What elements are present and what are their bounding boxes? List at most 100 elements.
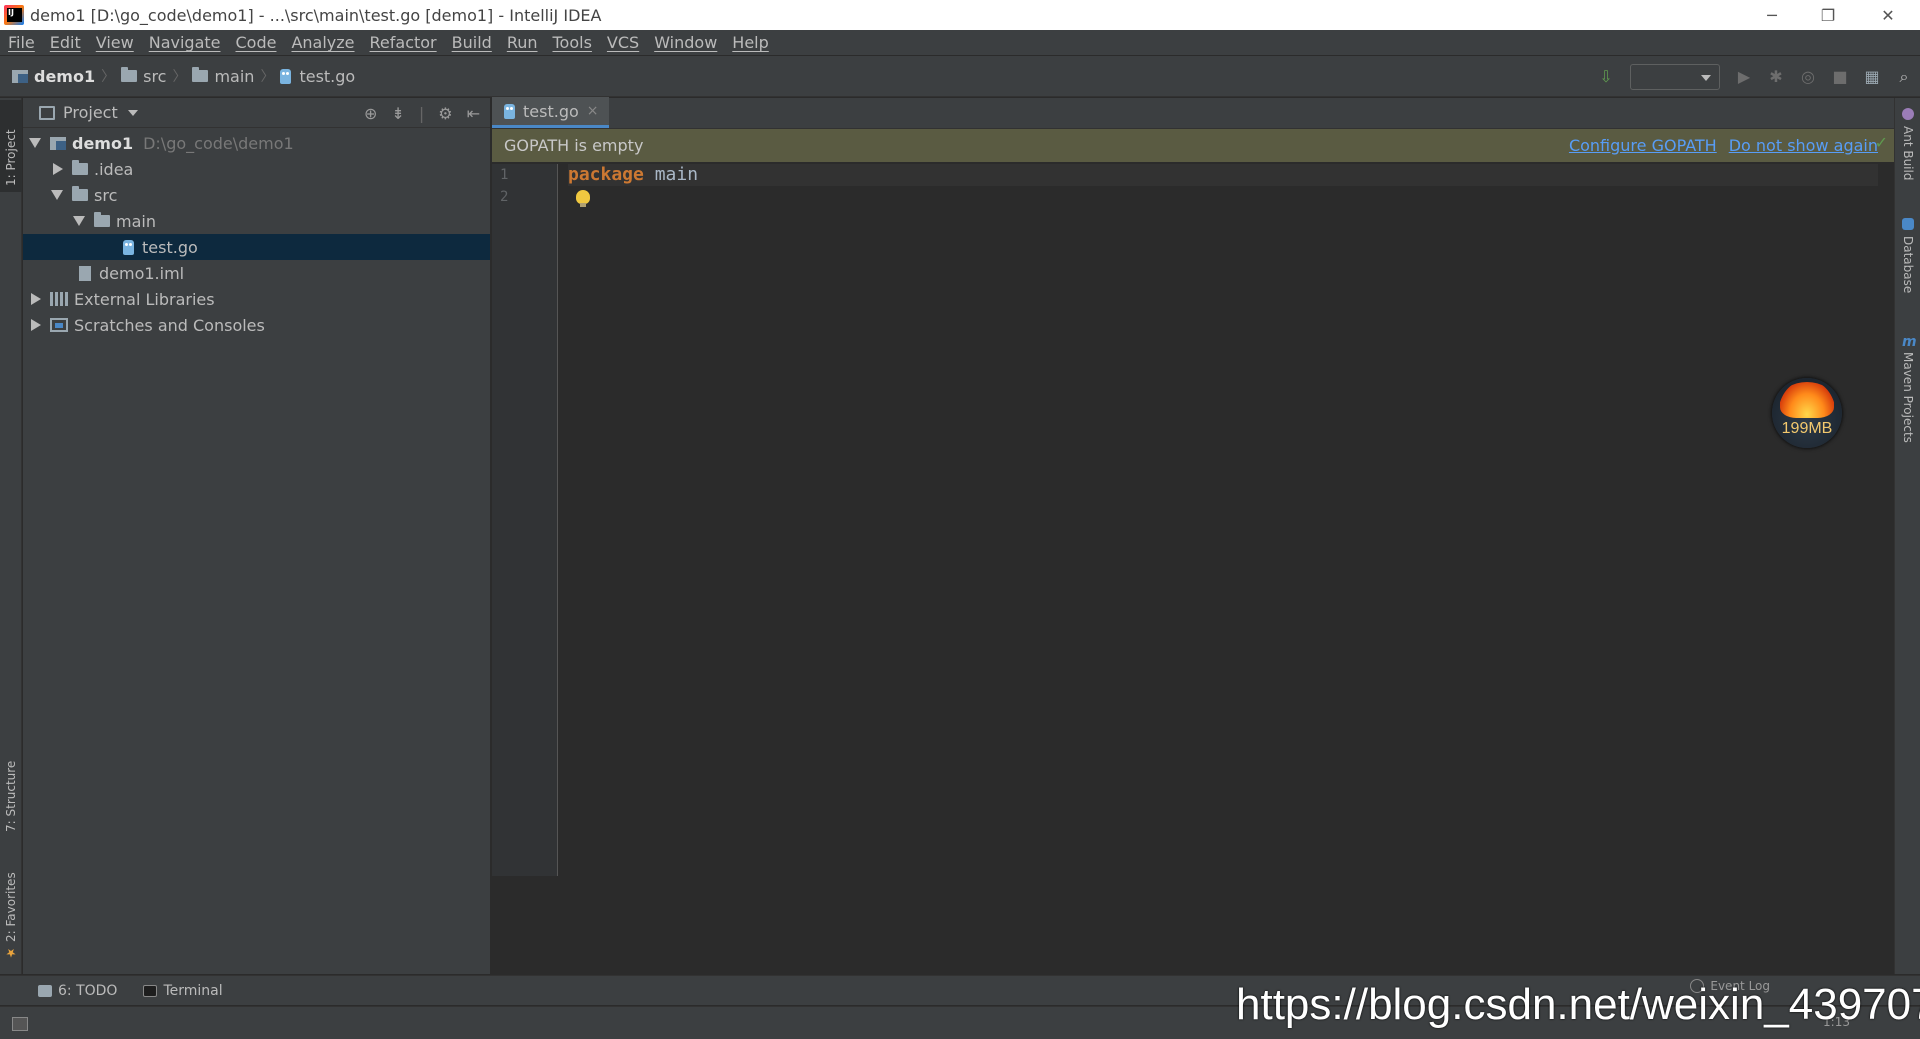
project-view-selector[interactable]: Project bbox=[63, 103, 118, 122]
line-number: 2 bbox=[500, 189, 509, 205]
run-configuration-select[interactable] bbox=[1630, 63, 1720, 90]
expand-arrow-icon[interactable] bbox=[73, 216, 85, 226]
tab-database-label: Database bbox=[1901, 236, 1915, 294]
menu-help[interactable]: Help bbox=[726, 33, 774, 52]
collapse-all-icon[interactable]: ⇟ bbox=[391, 104, 404, 123]
title-bar: demo1 [D:\go_code\demo1] - ...\src\main\… bbox=[0, 0, 1920, 30]
locate-file-icon[interactable]: ⊕ bbox=[364, 104, 377, 123]
tab-maven-projects-label: Maven Projects bbox=[1901, 352, 1915, 443]
restore-button[interactable]: ❐ bbox=[1800, 0, 1856, 30]
menu-file[interactable]: File bbox=[2, 33, 41, 52]
menu-vcs[interactable]: VCS bbox=[601, 33, 645, 52]
collapse-arrow-icon[interactable] bbox=[31, 319, 41, 331]
tree-node-label: demo1.iml bbox=[99, 263, 185, 283]
memory-indicator[interactable]: 199MB bbox=[1772, 378, 1842, 448]
toggle-tool-windows-icon[interactable] bbox=[12, 1017, 28, 1031]
tab-test-go[interactable]: test.go × bbox=[492, 97, 609, 128]
main-toolbar: ⇩ ▶ ✱ ◎ ■ ▦ ⌕ bbox=[1590, 56, 1920, 97]
hide-panel-icon[interactable]: ⇤ bbox=[467, 104, 480, 123]
expand-arrow-icon[interactable] bbox=[51, 190, 63, 200]
tab-todo[interactable]: 6: TODO bbox=[38, 983, 117, 999]
editor-tab-bar: test.go × bbox=[492, 97, 1894, 129]
inspection-ok-icon[interactable]: ✓ bbox=[1875, 133, 1888, 152]
menu-bar: File Edit View Navigate Code Analyze Ref… bbox=[0, 30, 1920, 55]
expand-arrow-icon[interactable] bbox=[29, 138, 41, 148]
close-window-button[interactable]: ✕ bbox=[1860, 0, 1916, 30]
menu-run[interactable]: Run bbox=[501, 33, 544, 52]
intellij-logo-icon bbox=[4, 5, 24, 25]
search-everywhere-icon[interactable]: ⌕ bbox=[1894, 67, 1914, 87]
breadcrumb-main[interactable]: main 〉 bbox=[192, 66, 274, 86]
tab-terminal[interactable]: Terminal bbox=[143, 983, 223, 999]
database-icon bbox=[1902, 218, 1914, 230]
banner-links: Configure GOPATH Do not show again bbox=[1557, 129, 1878, 162]
chevron-right-icon: 〉 bbox=[172, 69, 187, 85]
menu-analyze[interactable]: Analyze bbox=[285, 33, 360, 52]
menu-navigate[interactable]: Navigate bbox=[143, 33, 227, 52]
chevron-down-icon[interactable] bbox=[127, 109, 138, 116]
tab-ant-build-label: Ant Build bbox=[1901, 126, 1915, 181]
notification-banner: GOPATH is empty Configure GOPATH Do not … bbox=[492, 129, 1894, 162]
menu-code[interactable]: Code bbox=[230, 33, 283, 52]
tab-label: test.go bbox=[523, 101, 579, 121]
menu-build[interactable]: Build bbox=[446, 33, 498, 52]
tree-node-demo1-iml[interactable]: demo1.iml bbox=[23, 260, 490, 286]
menu-tools[interactable]: Tools bbox=[547, 33, 598, 52]
do-not-show-again-link[interactable]: Do not show again bbox=[1729, 136, 1878, 155]
breadcrumb-src[interactable]: src 〉 bbox=[121, 66, 186, 86]
lightbulb-icon[interactable] bbox=[576, 190, 590, 207]
tree-node-demo1[interactable]: demo1 D:\go_code\demo1 bbox=[23, 130, 490, 156]
tab-todo-label: 6: TODO bbox=[58, 982, 118, 999]
tree-node-idea[interactable]: .idea bbox=[23, 156, 490, 182]
build-project-icon[interactable]: ⇩ bbox=[1596, 67, 1616, 87]
collapse-arrow-icon[interactable] bbox=[31, 293, 41, 305]
collapse-arrow-icon[interactable] bbox=[53, 163, 63, 175]
tree-node-src[interactable]: src bbox=[23, 182, 490, 208]
code-keyword: package bbox=[568, 164, 644, 185]
tab-structure[interactable]: 7: Structure bbox=[0, 738, 22, 838]
tab-database[interactable]: Database bbox=[1895, 212, 1920, 302]
breadcrumb-test-go[interactable]: test.go bbox=[280, 67, 355, 86]
tree-node-label: src bbox=[94, 185, 118, 205]
menu-refactor[interactable]: Refactor bbox=[364, 33, 443, 52]
library-icon bbox=[50, 292, 68, 306]
debug-icon[interactable]: ✱ bbox=[1766, 67, 1786, 87]
tree-node-path: D:\go_code\demo1 bbox=[143, 133, 294, 153]
tree-node-label: main bbox=[116, 211, 156, 231]
tab-favorites-label: 2: Favorites bbox=[4, 872, 18, 942]
gear-icon[interactable]: ⚙ bbox=[438, 104, 452, 123]
close-tab-icon[interactable]: × bbox=[587, 103, 599, 119]
tab-maven-projects[interactable]: m Maven Projects bbox=[1895, 328, 1920, 458]
run-icon[interactable]: ▶ bbox=[1734, 67, 1754, 87]
tab-project[interactable]: 1: Project bbox=[0, 100, 22, 192]
tree-node-label: test.go bbox=[142, 237, 198, 257]
project-structure-icon[interactable]: ▦ bbox=[1862, 67, 1882, 87]
tree-node-main[interactable]: main bbox=[23, 208, 490, 234]
tree-node-external-libraries[interactable]: External Libraries bbox=[23, 286, 490, 312]
flame-icon bbox=[1780, 382, 1834, 418]
run-with-coverage-icon[interactable]: ◎ bbox=[1798, 67, 1818, 87]
watermark-url: https://blog.csdn.net/weixin_43970743 bbox=[1236, 980, 1920, 1029]
breadcrumb-label: test.go bbox=[299, 66, 356, 86]
tree-node-test-go[interactable]: test.go bbox=[23, 234, 490, 260]
tab-structure-label: 7: Structure bbox=[4, 760, 18, 832]
menu-view[interactable]: View bbox=[90, 33, 140, 52]
code-line[interactable]: package main bbox=[568, 164, 1878, 186]
minimize-button[interactable]: ─ bbox=[1744, 0, 1800, 30]
banner-message: GOPATH is empty bbox=[504, 136, 644, 155]
folder-icon bbox=[94, 212, 110, 227]
go-file-icon bbox=[280, 68, 292, 84]
stop-icon[interactable]: ■ bbox=[1830, 67, 1850, 87]
left-tool-stripe: 1: Project 7: Structure ★ 2: Favorites bbox=[0, 98, 22, 974]
folder-icon bbox=[121, 67, 138, 82]
configure-gopath-link[interactable]: Configure GOPATH bbox=[1569, 136, 1717, 155]
breadcrumb-label: src bbox=[143, 66, 167, 86]
tab-favorites[interactable]: ★ 2: Favorites bbox=[0, 866, 22, 966]
menu-window[interactable]: Window bbox=[648, 33, 723, 52]
tab-ant-build[interactable]: Ant Build bbox=[1895, 102, 1920, 192]
code-editor[interactable]: package main bbox=[568, 164, 1878, 876]
tree-node-label: .idea bbox=[94, 159, 134, 179]
menu-edit[interactable]: Edit bbox=[44, 33, 87, 52]
breadcrumb-demo1[interactable]: demo1 〉 bbox=[12, 66, 115, 86]
tree-node-scratches[interactable]: Scratches and Consoles bbox=[23, 312, 490, 338]
